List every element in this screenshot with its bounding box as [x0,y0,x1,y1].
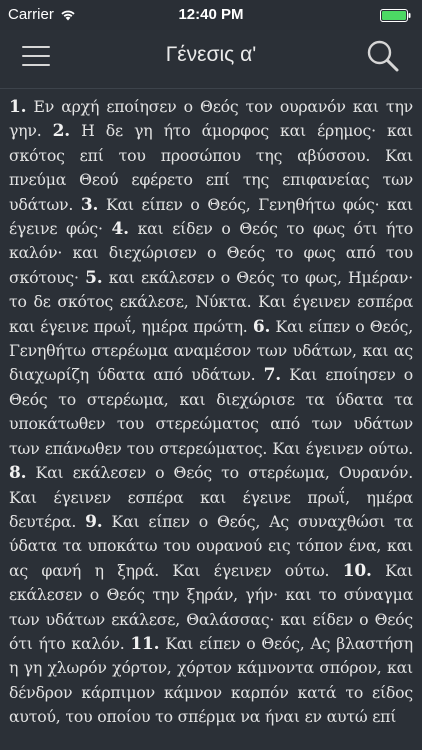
verse-number[interactable]: 11. [130,634,159,654]
status-bar: Carrier 12:40 PM [0,0,422,30]
verse-number[interactable]: 2. [53,121,71,141]
verse-number[interactable]: 10. [343,561,372,581]
battery-icon [380,9,411,22]
verse-number[interactable]: 3. [81,195,99,215]
verse-number[interactable]: 6. [253,317,271,337]
verse-number[interactable]: 5. [85,268,103,288]
verse-number[interactable]: 4. [111,219,129,239]
verse-number[interactable]: 1. [9,97,27,117]
verse-number[interactable]: 8. [9,463,27,483]
search-icon[interactable] [366,39,400,73]
verse-number[interactable]: 7. [264,365,282,385]
navigation-bar: Γένεσις α' [0,30,422,89]
page-title: Γένεσις α' [165,43,257,66]
chapter-text: 1. Εν αρχή εποίησεν ο Θεός τον ουρανόν κ… [0,89,422,750]
verse-number[interactable]: 9. [85,512,103,532]
status-time: 12:40 PM [178,6,244,23]
